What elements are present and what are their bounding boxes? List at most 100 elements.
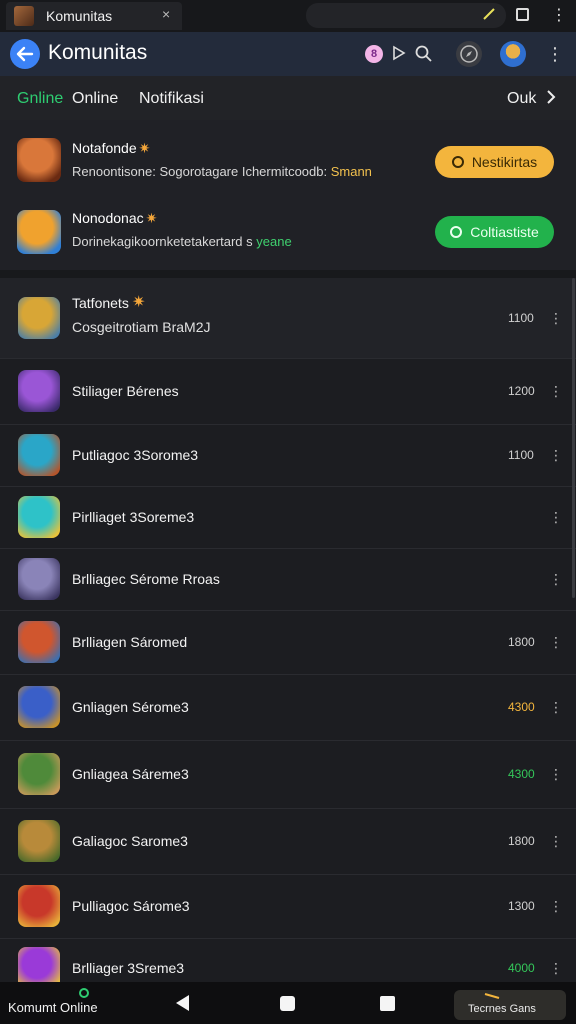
more-vert-icon[interactable]: ⋮ [549,899,563,913]
list-item[interactable]: Brlliagec Sérome Rroas ⋮ [0,548,576,611]
tab-favicon-icon [14,6,34,26]
more-vert-icon[interactable]: ⋮ [549,635,563,649]
tab-online[interactable]: Online [72,90,118,108]
list-item-title: Pirlliaget 3Soreme3 [72,509,195,525]
game-avatar-icon [18,558,60,600]
nav-back-icon[interactable] [176,995,189,1011]
address-bar[interactable] [306,3,506,28]
featured-subtitle: Renoontisone: Sogorotagare Ichermitcoodb… [72,164,372,179]
game-avatar-icon [18,753,60,795]
app-header: Komunitas 8 ⋮ [0,32,576,76]
scrollbar[interactable] [572,278,575,598]
featured-button-label: Nestikirtas [471,154,538,170]
more-vert-icon[interactable]: ⋮ [549,961,563,975]
list-item-count: 1200 [508,384,535,398]
list-item-count: 4300 [508,767,535,781]
featured-button-label: Coltiastiste [470,224,539,240]
online-indicator-icon [79,988,89,998]
search-icon[interactable] [414,44,434,64]
tab-close-icon[interactable]: × [162,6,170,22]
section-divider [0,270,576,278]
list-item-count: 4000 [508,961,535,975]
pen-icon[interactable] [482,7,496,21]
list-item[interactable]: Tatfonets ✷ Cosgeitrotiam BraM2J 1100 ⋮ [0,278,576,359]
more-vert-icon[interactable]: ⋮ [549,767,563,781]
featured-subtitle: Dorinekagikoornketetakertard s yeane [72,234,292,249]
list-item[interactable]: Galiagoc Sarome3 1800 ⋮ [0,808,576,875]
list-item-title: Brlliagen Sáromed [72,634,188,650]
bottom-navigation: Komumt Online Tecrnes Gans [0,982,576,1024]
play-icon[interactable] [391,45,407,61]
sparkle-icon: ✷ [145,210,158,226]
arrow-left-icon [16,46,34,62]
list-item[interactable]: Putliagoc 3Sorome3 1100 ⋮ [0,424,576,487]
page-title: Komunitas [48,41,148,64]
sparkle-icon: ✷ [138,140,151,156]
featured-name: Notafonde [72,140,137,156]
list-item-title: Tatfonets [72,295,129,311]
featured-action-button[interactable]: Nestikirtas [435,146,554,178]
back-button[interactable] [10,39,40,69]
chevron-right-icon[interactable] [544,88,558,106]
sparkle-icon: ✷ [132,294,146,311]
list-item-title: Brlliager 3Sreme3 [72,960,185,976]
game-avatar-icon [18,686,60,728]
tab-gnline[interactable]: Gnline [17,90,63,108]
featured-name-wrap: Notafonde ✷ [72,140,150,157]
more-vert-icon[interactable]: ⋮ [549,384,563,398]
game-avatar-icon [18,434,60,476]
notification-badge[interactable]: 8 [365,45,383,63]
more-vert-icon[interactable]: ⋮ [549,510,563,524]
list-item[interactable]: Brlliagen Sáromed 1800 ⋮ [0,610,576,675]
featured-subtitle-text: Renoontisone: Sogorotagare Ichermitcoodb… [72,164,331,179]
list-item-title: Gnliagen Sérome3 [72,699,189,715]
list-item-count: 1100 [508,448,534,462]
tabs-count-icon[interactable] [516,8,529,21]
featured-item[interactable]: Nonodonac ✷ Dorinekagikoornketetakertard … [0,198,576,272]
list-item-subtitle: Cosgeitrotiam BraM2J [72,319,211,335]
browser-tab[interactable]: Komunitas × [6,2,182,30]
featured-subtitle-text: Dorinekagikoornketetakertard s [72,234,257,249]
list-item-count: 1300 [508,899,535,913]
tab-notifikasi[interactable]: Notifikasi [139,90,204,108]
more-vert-icon[interactable]: ⋮ [546,43,564,65]
nav-home-icon[interactable] [280,996,295,1011]
community-avatar-icon [17,138,61,182]
list-item[interactable]: Pirlliaget 3Soreme3 ⋮ [0,486,576,549]
game-avatar-icon [18,820,60,862]
game-avatar-icon [18,621,60,663]
featured-section: Notafonde ✷ Renoontisone: Sogorotagare Ic… [0,120,576,270]
browser-top-bar: Komunitas × ⋮ [0,0,576,32]
featured-item[interactable]: Notafonde ✷ Renoontisone: Sogorotagare Ic… [0,124,576,198]
featured-action-button[interactable]: Coltiastiste [435,216,554,248]
more-vert-icon[interactable]: ⋮ [549,448,563,462]
tab-ouk[interactable]: Ouk [507,90,536,108]
bottom-pill-button[interactable]: Tecrnes Gans [454,990,566,1020]
browser-menu-icon[interactable]: ⋮ [551,4,567,28]
list-item-count: 1100 [508,311,534,325]
featured-subtitle-highlight: Smann [330,164,372,179]
list-item-count: 1800 [508,834,535,848]
bottom-label[interactable]: Komumt Online [8,1000,98,1015]
more-vert-icon[interactable]: ⋮ [549,572,563,586]
list-item[interactable]: Stiliager Bérenes 1200 ⋮ [0,358,576,425]
more-vert-icon[interactable]: ⋮ [549,700,563,714]
more-vert-icon[interactable]: ⋮ [549,311,563,325]
list-item[interactable]: Gnliagea Sáreme3 4300 ⋮ [0,740,576,809]
list-item-title: Gnliagea Sáreme3 [72,766,189,782]
list-item[interactable]: Pulliagoc Sárome3 1300 ⋮ [0,874,576,939]
list-item[interactable]: Gnliagen Sérome3 4300 ⋮ [0,674,576,741]
featured-name-wrap: Nonodonac ✷ [72,210,157,227]
user-avatar[interactable] [500,41,526,67]
tool-icon [484,993,500,999]
featured-name: Nonodonac [72,210,144,226]
list-item-title: Brlliagec Sérome Rroas [72,571,220,587]
more-vert-icon[interactable]: ⋮ [549,834,563,848]
list-item-count: 1800 [508,635,535,649]
circle-icon [451,156,464,168]
nav-recent-icon[interactable] [380,996,395,1011]
game-avatar-icon [18,496,60,538]
explore-icon[interactable] [456,41,482,67]
tab-title: Komunitas [46,8,113,24]
list-item-title: Galiagoc Sarome3 [72,833,188,849]
